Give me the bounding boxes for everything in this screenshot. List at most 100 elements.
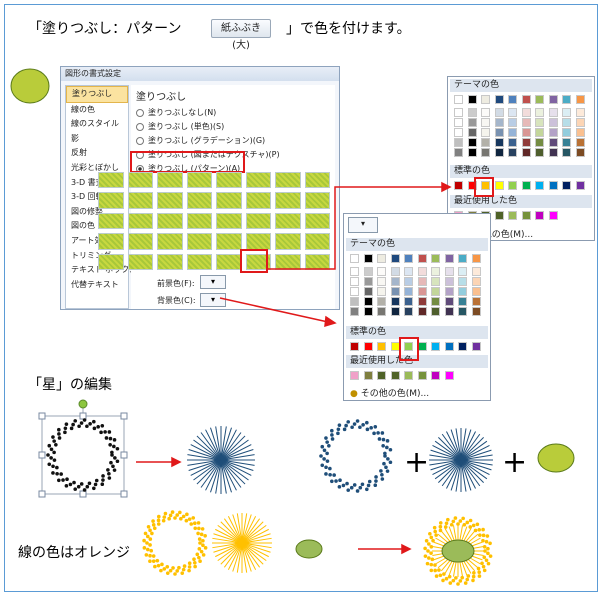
wreath-dot [429,551,433,555]
wreath-dot [151,559,156,563]
wreath-dot [438,573,443,578]
wreath-dot [481,527,485,532]
wreath-dot [330,433,334,437]
wreath-dot [155,558,160,563]
wreath-dot [352,483,357,487]
wreath-dot [46,453,50,457]
wreath-dot [481,533,486,538]
wreath-dot [365,487,369,492]
wreath-dot [438,524,443,529]
wreath-dot [463,581,468,585]
wreath-dot [482,555,487,560]
wreath-dot [382,461,386,466]
wreath-dot [203,546,208,550]
wreath-dot [192,560,197,565]
wreath-dot [385,469,390,473]
burst-ray [220,432,242,461]
wreath-dot [178,510,182,515]
wreath-dot [149,548,154,553]
blue-wreath-star [319,419,393,493]
plus-icon: + [404,445,429,480]
resize-handle-icon [79,412,87,420]
arrow-head [171,456,182,468]
wreath-dot [461,516,465,521]
resize-handle-icon [120,412,128,420]
wreath-dot [115,446,120,451]
wreath-dot [386,457,390,461]
wreath-dot [372,431,376,436]
wreath-dot [47,443,52,448]
wreath-dot [92,426,97,431]
wreath-dot [148,543,152,547]
wreath-dot [199,532,204,537]
wreath-dot [430,557,435,562]
wreath-dot [345,481,349,486]
wreath-dot [47,462,52,467]
wreath-dot [352,422,357,426]
wreath-dot [325,459,330,463]
wreath-dot [73,419,78,423]
wreath-dot [201,553,206,557]
wreath-dot [64,422,69,426]
wreath-dot [355,489,360,493]
wreath-dot [173,516,177,520]
wreath-dot [51,464,55,469]
burst-ray [193,459,222,481]
wreath-dot [65,477,69,482]
wreath-dot [168,513,173,518]
burst-ray [223,518,243,544]
wreath-dot [341,483,346,488]
wreath-dot [344,423,348,428]
wreath-dot [145,547,150,552]
wreath-dot [468,525,473,529]
result-ellipse [441,539,475,563]
wreath-dot [446,517,450,522]
wreath-dot [175,513,179,517]
wreath-dot [346,420,351,424]
wreath-dot [488,541,492,546]
wreath-dot [175,569,179,573]
burst-ray [460,459,488,480]
wreath-dot [51,471,55,475]
wreath-dot [327,444,331,448]
wreath-dot [96,425,100,429]
wreath-dot [165,571,170,575]
burst-ray [441,433,462,461]
wreath-dot [193,564,197,569]
wreath-dot [488,554,493,558]
wreath-dot [428,531,432,536]
wreath-dot [388,447,393,452]
wreath-dot [192,521,197,526]
wreath-dot [384,465,388,470]
wreath-dot [365,420,369,425]
wreath-dot [85,484,90,489]
wreath-dot [153,564,157,569]
burst-ray [460,440,488,461]
burst-ray [434,440,462,461]
wreath-dot [328,473,332,477]
wreath-dot [173,572,177,576]
wreath-dot [109,460,113,465]
arrow-to-top-palette [268,186,442,270]
burst-ray [200,432,222,461]
wreath-dot [196,521,201,525]
wreath-dot [160,562,164,567]
wreath-dot [187,565,192,569]
wreath-dot [380,477,385,481]
wreath-dot [107,430,112,434]
arrow-to-bottom-palette [219,297,329,323]
wreath-dot [433,568,437,573]
wreath-dot [82,418,87,422]
wreath-dot [107,472,111,476]
wreath-dot [180,571,185,575]
wreath-dot [486,546,490,551]
wreath-dot [471,523,476,528]
wreath-dot [451,519,456,524]
wreath-dot [358,485,363,490]
wreath-dot [76,484,81,489]
wreath-dot [425,561,430,566]
wreath-dot [112,444,116,449]
wreath-dot [484,558,489,563]
wreath-dot [438,521,443,525]
orange-wreath-star [142,510,208,576]
